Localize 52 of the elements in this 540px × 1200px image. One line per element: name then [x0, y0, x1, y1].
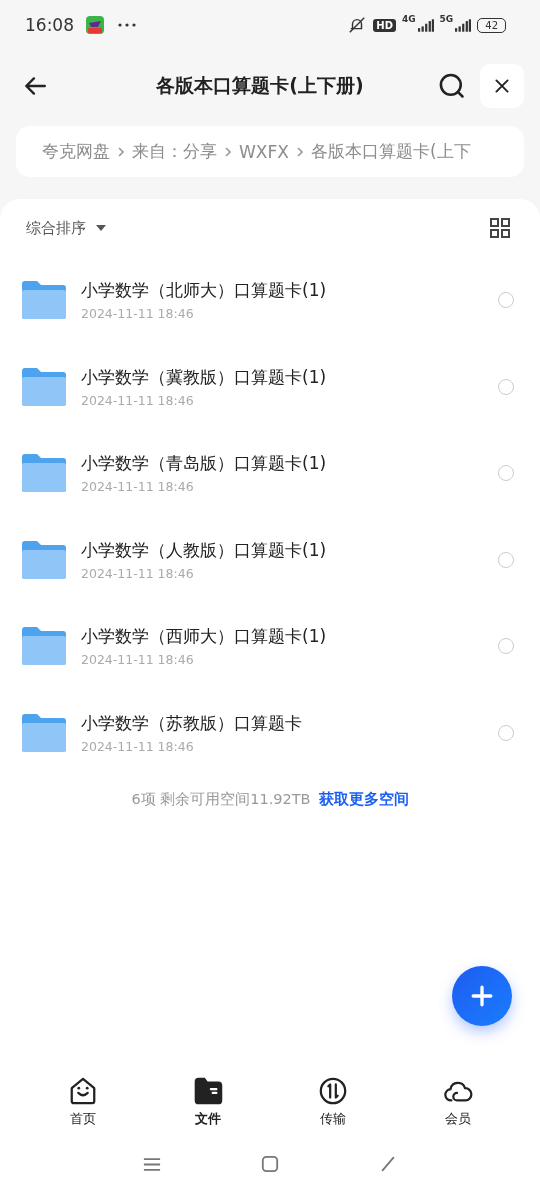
nav-tab[interactable]: 文件 — [172, 1076, 243, 1128]
folder-date: 2024-11-11 18:46 — [81, 306, 195, 322]
close-icon[interactable] — [494, 78, 510, 94]
folder-date: 2024-11-11 18:46 — [81, 392, 195, 408]
folder-date: 2024-11-11 18:46 — [81, 479, 195, 495]
folder-name[interactable]: 小学数学（冀教版）口算题卡(1) — [81, 365, 498, 389]
hd-badge: HD — [373, 18, 396, 32]
more-icon — [118, 23, 136, 27]
folder-name[interactable]: 小学数学（苏教版）口算题卡 — [81, 711, 498, 735]
chevron-icon — [225, 146, 231, 157]
add-button[interactable] — [452, 966, 512, 1026]
more-space-link[interactable]: 获取更多空间 — [318, 790, 409, 809]
caret-icon[interactable] — [96, 225, 106, 231]
battery-indicator: 42 — [477, 17, 506, 33]
nav-tab[interactable]: 会员 — [422, 1076, 493, 1128]
nav-tab[interactable]: 首页 — [47, 1076, 118, 1128]
signal-icon — [417, 18, 434, 32]
folder-date: 2024-11-11 18:46 — [81, 652, 195, 668]
folder-icon — [22, 713, 66, 752]
status-time: 16:08 — [25, 15, 74, 35]
home-square-icon[interactable] — [261, 1155, 279, 1173]
mute-icon — [347, 16, 368, 34]
folder-icon — [22, 627, 66, 666]
folder-date: 2024-11-11 18:46 — [81, 738, 195, 754]
page-title: 各版本口算题卡(上下册) — [155, 73, 365, 98]
folder-name[interactable]: 小学数学（人教版）口算题卡(1) — [81, 538, 498, 562]
chevron-icon — [296, 146, 303, 157]
folder-icon — [22, 540, 66, 579]
folder-name[interactable]: 小学数学（北师大）口算题卡(1) — [81, 279, 498, 303]
transfer-arrows-icon[interactable] — [317, 1076, 348, 1106]
folder-name[interactable]: 小学数学（青岛版）口算题卡(1) — [81, 452, 498, 476]
folder-name[interactable]: 小学数学（西师大）口算题卡(1) — [81, 625, 498, 649]
grid-view-icon[interactable] — [490, 218, 510, 238]
network-label: 5G — [439, 14, 454, 24]
menu-icon[interactable] — [143, 1156, 161, 1172]
search-button[interactable] — [438, 72, 466, 100]
close-button[interactable] — [480, 64, 524, 108]
folder-icon — [22, 281, 66, 320]
breadcrumb-item[interactable]: 各版本口算题卡(上下 — [310, 140, 471, 163]
folder-icon — [22, 454, 66, 493]
signal-icon — [455, 18, 472, 32]
folder-icon[interactable] — [192, 1076, 223, 1106]
sort-dropdown[interactable]: 综合排序 — [26, 218, 106, 238]
folder-date: 2024-11-11 18:46 — [81, 565, 195, 581]
back-gesture-icon[interactable] — [379, 1155, 397, 1173]
storage-summary: 6项 剩余可用空间11.92TB — [131, 790, 311, 809]
folder-icon — [22, 367, 66, 406]
chevron-icon — [118, 146, 124, 157]
nav-tab[interactable]: 传输 — [297, 1076, 368, 1128]
network-label: 4G — [401, 14, 416, 24]
app-icon — [86, 16, 104, 34]
plus-icon[interactable] — [471, 985, 493, 1007]
